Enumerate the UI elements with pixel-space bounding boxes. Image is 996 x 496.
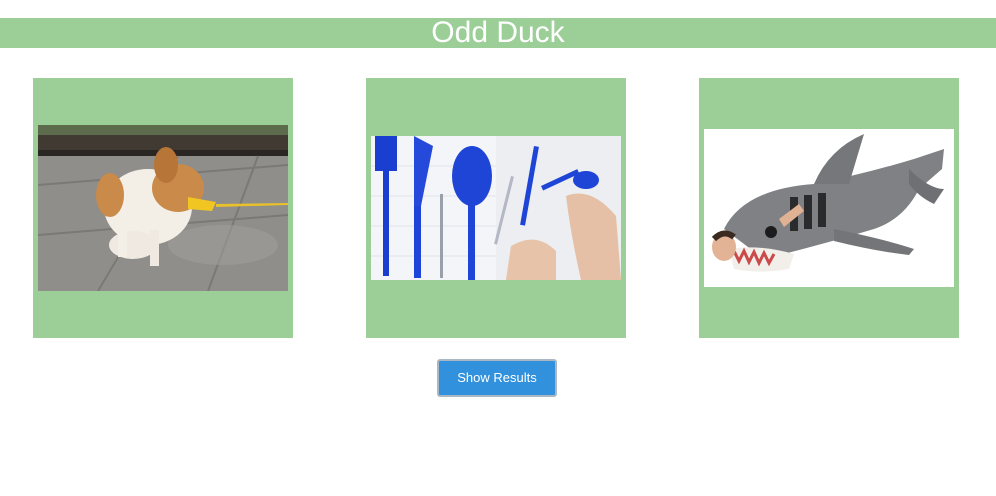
page-title: Odd Duck (0, 18, 996, 48)
product-card-3[interactable] (699, 78, 959, 338)
product-image-shark-bag[interactable] (704, 129, 954, 287)
product-card-2[interactable] (366, 78, 626, 338)
show-results-button[interactable]: Show Results (437, 359, 557, 397)
product-image-dog-duck[interactable] (38, 125, 288, 291)
product-image-pen-cutlery[interactable] (371, 136, 621, 280)
product-card-1[interactable] (33, 78, 293, 338)
